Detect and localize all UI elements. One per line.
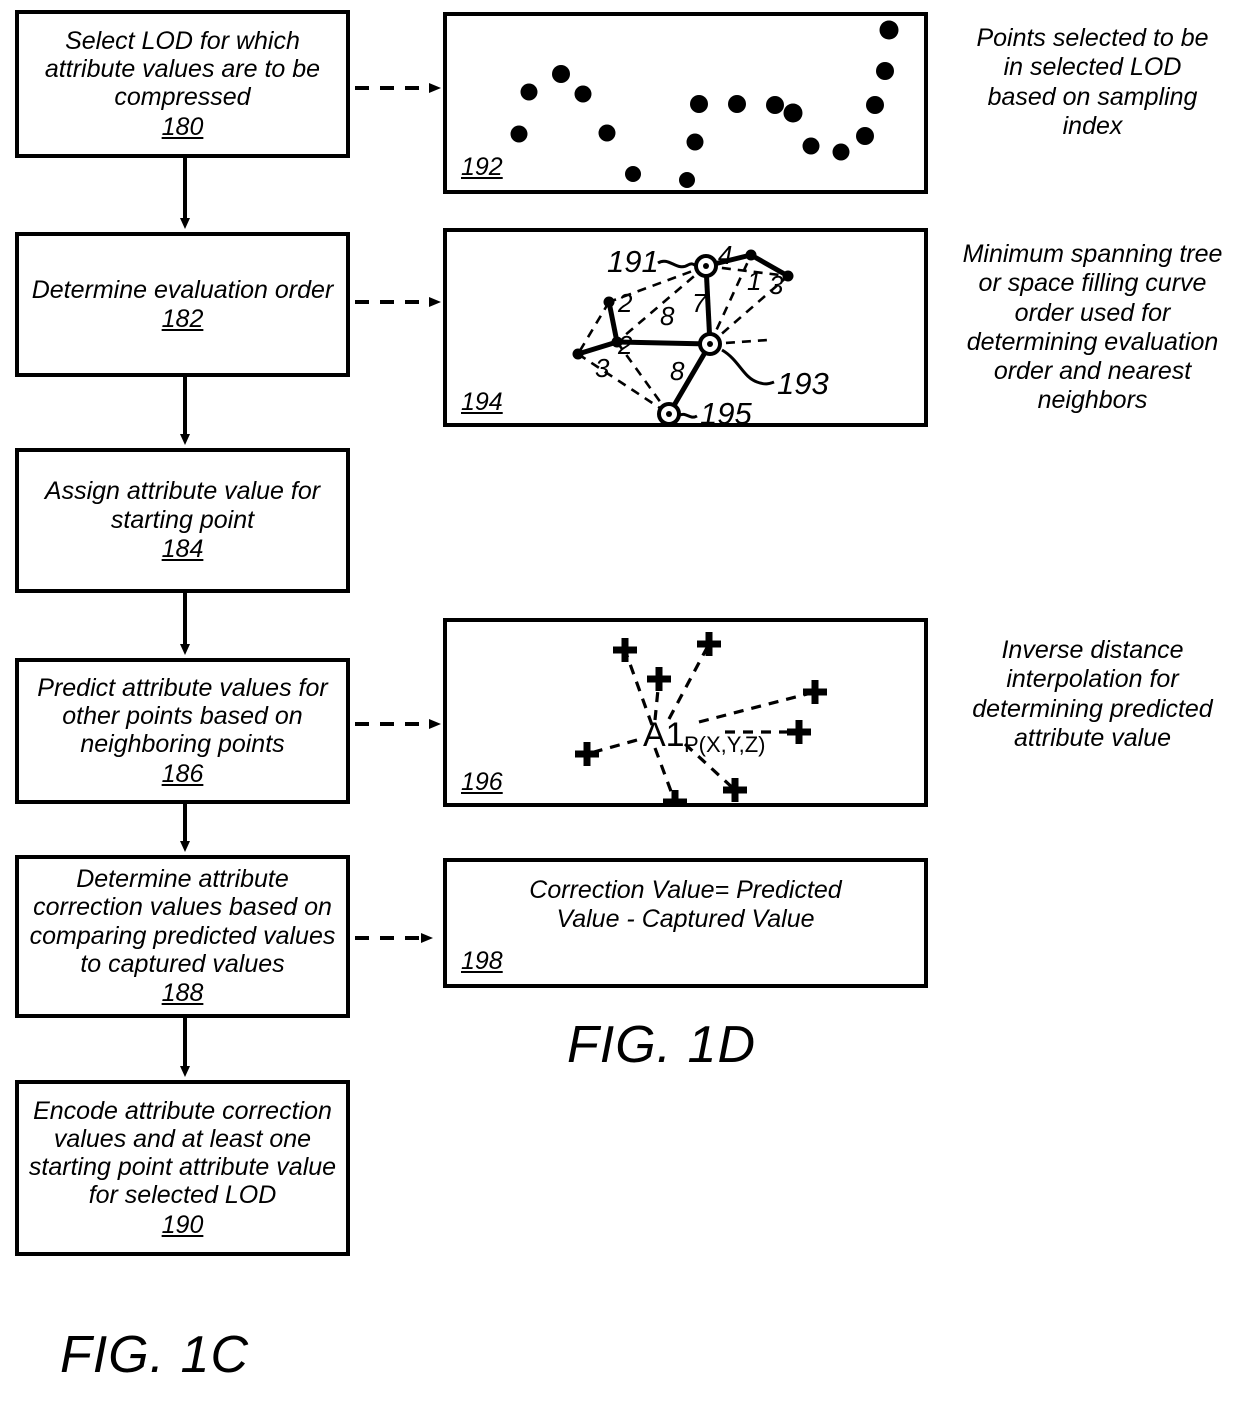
caption-spanning-tree-194: Minimum spanning tree or space filling c… bbox=[962, 240, 1223, 415]
flow-step-184: Assign attribute value for starting poin… bbox=[15, 448, 350, 593]
panel-spanning-tree-194: 4 1 3 2 2 3 7 8 8 191 193 195 194 bbox=[443, 228, 928, 427]
flow-step-190-text: Encode attribute correction values and a… bbox=[28, 1096, 337, 1210]
caption-sampling-192: Points selected to be in selected LOD ba… bbox=[976, 24, 1209, 140]
patent-figure-page: Select LOD for which attribute values ar… bbox=[0, 0, 1240, 1401]
edge-weight-4: 4 bbox=[718, 240, 732, 270]
figure-label-1d: FIG. 1D bbox=[567, 1016, 757, 1074]
callout-191-label: 191 bbox=[607, 244, 659, 279]
edge-weight-7: 7 bbox=[692, 288, 708, 318]
flow-step-180: Select LOD for which attribute values ar… bbox=[15, 10, 350, 158]
neighbor-markers bbox=[575, 632, 827, 803]
center-point-label: A1 bbox=[643, 716, 685, 754]
scatter-points bbox=[510, 20, 899, 188]
panel-interpolation-196: A1 P(X,Y,Z) 196 bbox=[443, 618, 928, 807]
flow-step-188: Determine attribute correction values ba… bbox=[15, 855, 350, 1018]
flow-step-188-number: 188 bbox=[161, 979, 204, 1008]
flow-step-186: Predict attribute values for other point… bbox=[15, 658, 350, 804]
correction-equation: Correction Value= Predicted Value - Capt… bbox=[529, 876, 842, 934]
panel-sampled-points-192: 192 bbox=[443, 12, 928, 194]
flow-step-190-number: 190 bbox=[161, 1210, 204, 1239]
panel-192-number: 192 bbox=[461, 153, 503, 181]
edge-weight-3-right: 3 bbox=[769, 270, 784, 300]
flow-step-184-number: 184 bbox=[161, 534, 204, 563]
distance-rays bbox=[586, 643, 816, 803]
caption-interpolation-196: Inverse distance interpolation for deter… bbox=[972, 636, 1213, 752]
spanning-tree-graph: 4 1 3 2 2 3 7 8 8 191 193 195 bbox=[572, 240, 829, 427]
edge-weight-2-lower: 2 bbox=[617, 330, 633, 360]
edge-weight-8-upper: 8 bbox=[660, 301, 675, 331]
flow-step-184-text: Assign attribute value for starting poin… bbox=[44, 477, 321, 534]
flow-step-180-number: 180 bbox=[161, 112, 204, 141]
flow-step-182: Determine evaluation order 182 bbox=[15, 232, 350, 377]
edge-weight-3-left: 3 bbox=[595, 353, 610, 383]
figure-label-1c: FIG. 1C bbox=[60, 1326, 250, 1384]
center-point-coords: P(X,Y,Z) bbox=[684, 732, 766, 757]
flow-step-186-text: Predict attribute values for other point… bbox=[37, 673, 328, 759]
edge-weight-2-upper: 2 bbox=[617, 288, 633, 318]
flow-step-186-number: 186 bbox=[161, 759, 204, 788]
panel-198-number: 198 bbox=[461, 947, 503, 975]
flow-step-182-number: 182 bbox=[161, 304, 204, 333]
edge-weight-1: 1 bbox=[747, 266, 761, 296]
flow-step-190: Encode attribute correction values and a… bbox=[15, 1080, 350, 1256]
callout-193-label: 193 bbox=[777, 366, 829, 401]
flow-step-182-text: Determine evaluation order bbox=[31, 275, 334, 304]
sampled-points-scatter bbox=[510, 20, 899, 188]
panel-194-number: 194 bbox=[461, 388, 503, 416]
flow-step-188-text: Determine attribute correction values ba… bbox=[29, 865, 336, 978]
flow-step-180-text: Select LOD for which attribute values ar… bbox=[44, 26, 321, 112]
panel-196-number: 196 bbox=[461, 768, 503, 796]
callout-195-label: 195 bbox=[700, 396, 752, 427]
edge-weight-8-lower: 8 bbox=[670, 356, 685, 386]
interpolation-diagram: A1 P(X,Y,Z) bbox=[575, 632, 827, 803]
panel-correction-198: Correction Value= Predicted Value - Capt… bbox=[443, 858, 928, 988]
